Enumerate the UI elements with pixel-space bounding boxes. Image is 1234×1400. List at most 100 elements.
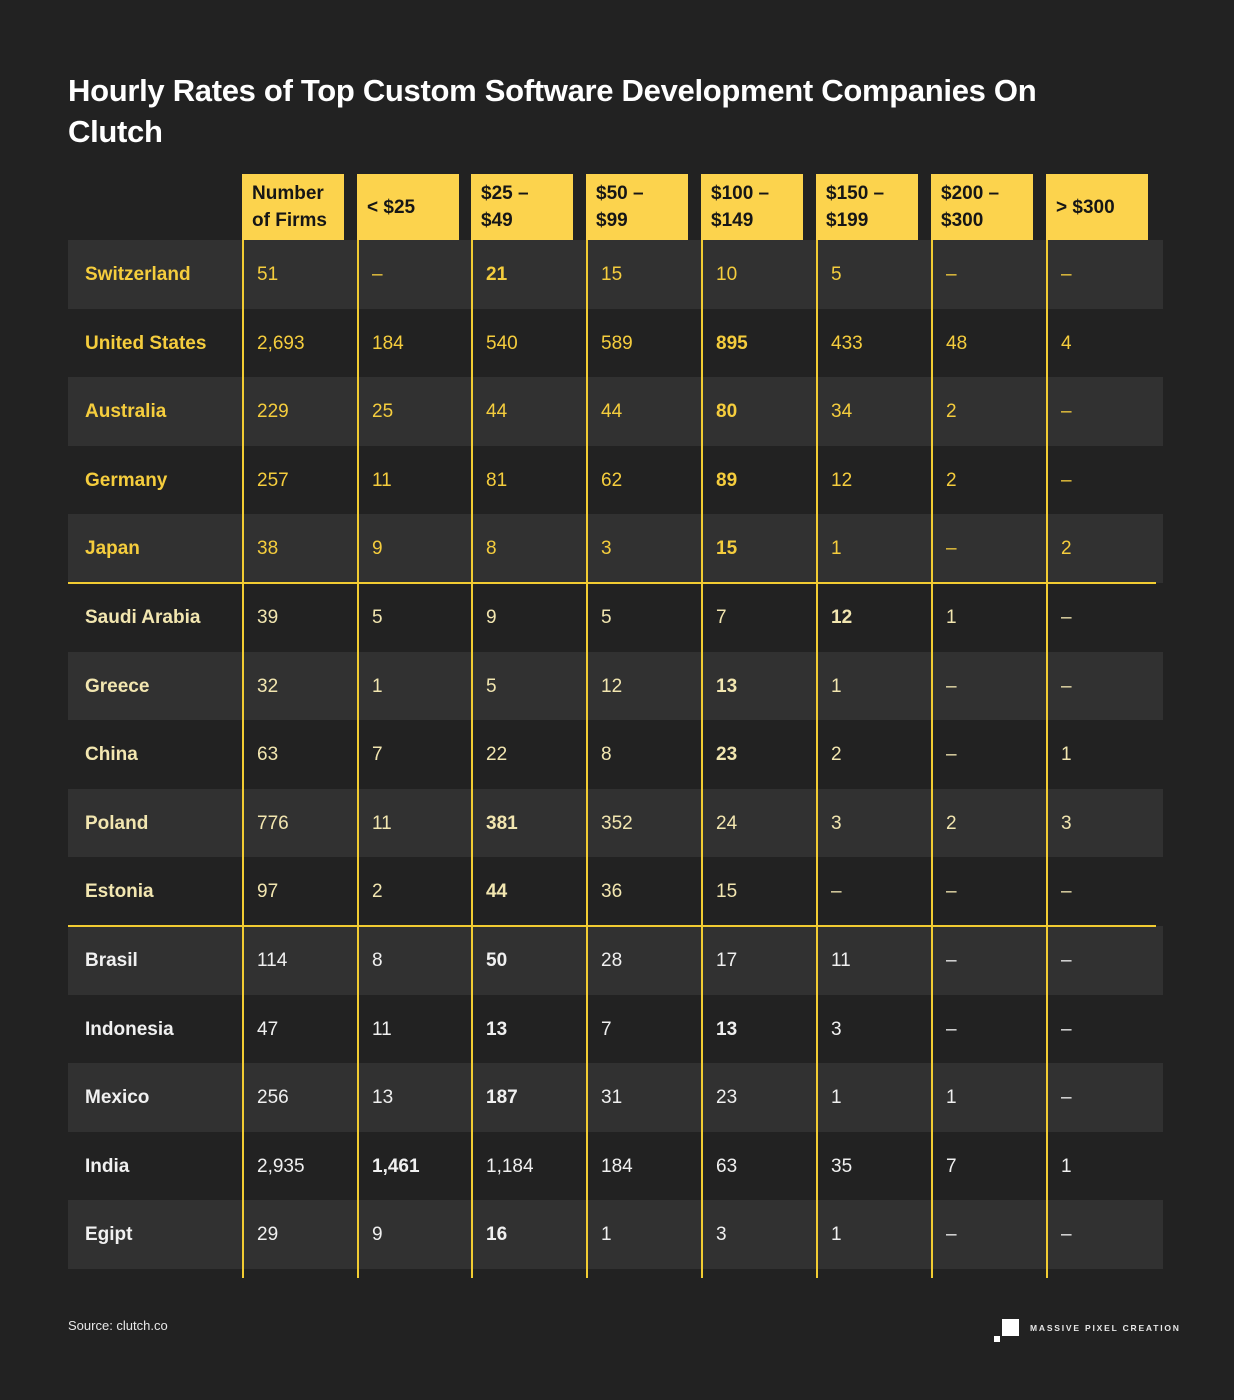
table-row-background [68, 994, 1163, 1064]
column-header-label: < $25 [367, 196, 416, 218]
brand-name: MASSIVE PIXEL CREATION [1030, 1323, 1181, 1333]
source-note: Source: clutch.co [68, 1318, 168, 1333]
value-cell: 22 [486, 744, 508, 766]
value-cell: – [1061, 264, 1072, 285]
country-label: Germany [85, 469, 168, 491]
value-cell: 10 [716, 264, 738, 285]
highlighted-value-cell: 381 [486, 812, 518, 834]
value-cell: 35 [831, 1155, 853, 1177]
column-header: > $300 [1046, 174, 1148, 240]
value-cell: 25 [372, 401, 394, 423]
highlighted-value-cell: 16 [486, 1224, 508, 1246]
highlighted-value-cell: 13 [486, 1018, 508, 1040]
value-cell: 4 [1061, 332, 1072, 354]
value-cell: 32 [257, 675, 279, 697]
value-cell: 62 [601, 469, 623, 491]
column-header-label: Number of Firms [252, 183, 327, 231]
value-cell: 34 [831, 401, 853, 423]
value-cell: 114 [257, 950, 288, 971]
value-cell: 36 [601, 881, 623, 903]
country-label: Poland [85, 812, 149, 834]
country-label: United States [85, 332, 207, 354]
value-cell: 589 [601, 332, 633, 354]
value-cell: – [1061, 469, 1072, 491]
country-label: Saudi Arabia [85, 607, 201, 628]
column-header-label: $50 – $99 [596, 183, 644, 231]
table-row-background [68, 583, 1163, 652]
value-cell: 11 [372, 469, 392, 491]
value-cell: 38 [257, 538, 279, 560]
value-cell: 2 [1061, 538, 1072, 560]
value-cell: 51 [257, 264, 279, 285]
value-cell: 3 [716, 1224, 727, 1246]
column-header: < $25 [357, 174, 459, 240]
value-cell: 8 [486, 538, 497, 560]
value-cell: – [1061, 950, 1072, 971]
country-label: Greece [85, 675, 150, 697]
column-header: $25 – $49 [471, 174, 573, 240]
value-cell: 7 [946, 1155, 957, 1177]
value-cell: 9 [372, 1224, 383, 1246]
value-cell: 13 [372, 1087, 394, 1109]
value-cell: 2 [946, 469, 957, 491]
column-header: Number of Firms [242, 174, 344, 240]
value-cell: – [946, 675, 957, 697]
highlighted-value-cell: 44 [486, 881, 508, 903]
value-cell: 9 [486, 607, 497, 628]
highlighted-value-cell: 895 [716, 332, 748, 354]
value-cell: 97 [257, 881, 279, 903]
value-cell: 5 [372, 607, 383, 628]
value-cell: – [1061, 607, 1072, 628]
country-label: China [85, 744, 138, 766]
value-cell: 5 [831, 264, 842, 285]
value-cell: 776 [257, 812, 289, 834]
value-cell: – [1061, 1087, 1072, 1109]
value-cell: 47 [257, 1018, 279, 1040]
value-cell: 8 [601, 744, 612, 766]
column-divider [816, 240, 818, 1278]
value-cell: 3 [831, 1018, 842, 1040]
highlighted-value-cell: 1,461 [372, 1155, 420, 1177]
column-divider [471, 240, 473, 1278]
value-cell: 184 [601, 1155, 633, 1177]
highlighted-value-cell: 13 [716, 675, 738, 697]
value-cell: 29 [257, 1224, 279, 1246]
value-cell: 12 [601, 675, 623, 697]
column-divider [242, 240, 244, 1278]
value-cell: 184 [372, 332, 404, 354]
value-cell: 1 [831, 1087, 842, 1109]
column-header: $200 – $300 [931, 174, 1033, 240]
value-cell: 540 [486, 332, 518, 354]
column-header-label: $150 – $199 [826, 183, 885, 231]
value-cell: 28 [601, 950, 623, 971]
country-label: Australia [85, 401, 167, 423]
value-cell: 1 [372, 675, 383, 697]
value-cell: 2,935 [257, 1155, 305, 1177]
value-cell: 63 [257, 744, 279, 766]
value-cell: 11 [831, 950, 851, 971]
value-cell: 257 [257, 469, 289, 491]
highlighted-value-cell: 21 [486, 264, 508, 285]
value-cell: – [946, 744, 957, 766]
column-header: $150 – $199 [816, 174, 918, 240]
column-divider [931, 240, 933, 1278]
value-cell: 1,184 [486, 1155, 534, 1177]
value-cell: 12 [831, 469, 853, 491]
value-cell: 44 [486, 401, 508, 423]
column-header-label: $200 – $300 [941, 183, 1000, 231]
value-cell: 11 [372, 1018, 392, 1040]
value-cell: 17 [716, 950, 738, 971]
highlighted-value-cell: 50 [486, 950, 508, 971]
value-cell: 5 [601, 607, 612, 628]
country-label: Estonia [85, 881, 154, 903]
column-divider [586, 240, 588, 1278]
value-cell: 7 [372, 744, 383, 766]
country-label: Brasil [85, 950, 138, 971]
value-cell: 3 [601, 538, 612, 560]
value-cell: 15 [716, 881, 738, 903]
value-cell: 2 [946, 401, 957, 423]
value-cell: 2 [372, 881, 383, 903]
value-cell: 3 [831, 812, 842, 834]
value-cell: 433 [831, 332, 863, 354]
country-label: Mexico [85, 1087, 150, 1109]
